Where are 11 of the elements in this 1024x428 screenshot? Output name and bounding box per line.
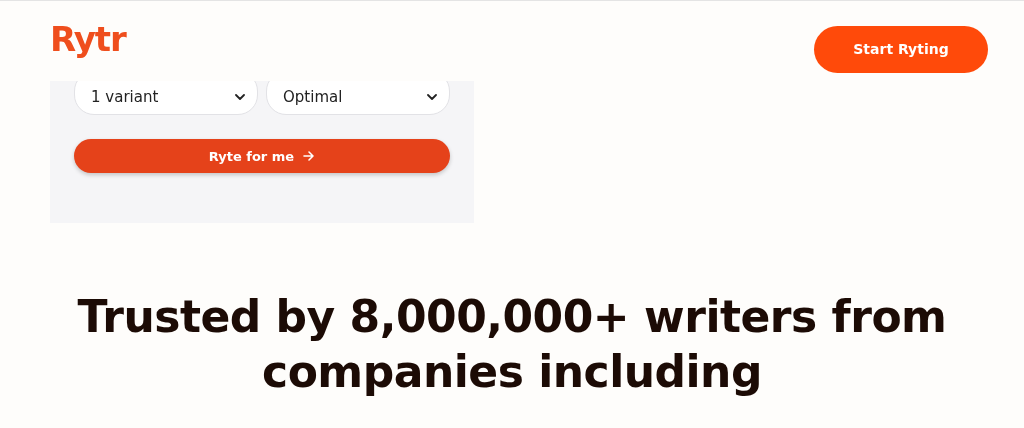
chevron-down-icon — [235, 94, 245, 100]
start-button[interactable]: Start Ryting — [814, 25, 988, 73]
dropdown-field[interactable]: Optimal — [266, 81, 450, 115]
logo[interactable]: Rytr — [50, 19, 126, 59]
chevron-down-icon — [427, 94, 437, 100]
dropdown-field[interactable]: 1 variant — [74, 81, 258, 115]
arrow-right-icon — [303, 150, 316, 162]
dropdown-value: Optimal — [283, 88, 343, 106]
ryte-button[interactable]: Ryte for me — [74, 139, 450, 173]
dropdown-value: 1 variant — [91, 88, 159, 106]
headline: Trusted by 8,000,000+ writers from companies including — [76, 290, 948, 399]
